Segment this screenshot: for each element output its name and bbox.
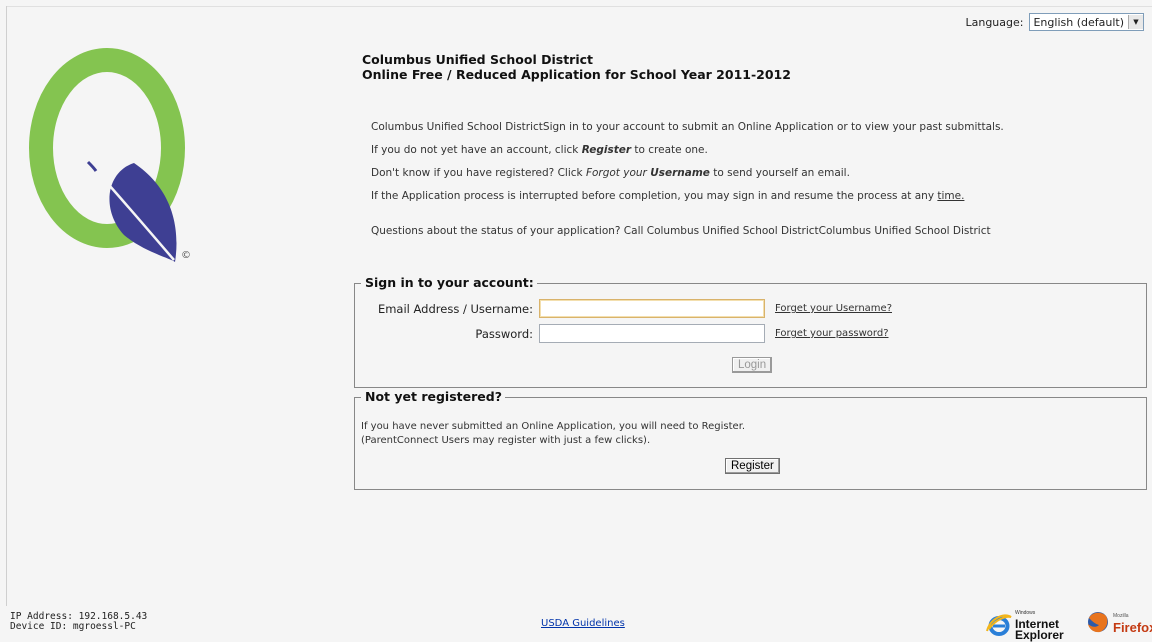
password-label: Password:: [475, 326, 533, 341]
intro-line-2: If you do not yet have an account, click…: [371, 144, 708, 156]
register-text: If you have never submitted an Online Ap…: [361, 420, 745, 448]
firefox-badge[interactable]: Mozilla Firefox: [1086, 610, 1152, 634]
register-line-2: (ParentConnect Users may register with j…: [361, 435, 651, 446]
intro-line-3: Don't know if you have registered? Click…: [371, 167, 850, 179]
device-info: IP Address: 192.168.5.43 Device ID: mgro…: [10, 612, 147, 632]
language-label: Language:: [965, 15, 1024, 29]
device-id: Device ID: mgroessl-PC: [10, 621, 136, 632]
intro-line-4: If the Application process is interrupte…: [371, 190, 965, 202]
page-title: Columbus Unified School District Online …: [362, 52, 791, 82]
email-username-input[interactable]: [539, 299, 765, 318]
intro-line-1: Columbus Unified School DistrictSign in …: [371, 121, 1004, 133]
password-row: Password: Forget your password?: [357, 324, 889, 343]
forgot-password-link[interactable]: Forget your password?: [775, 328, 889, 339]
intro-text: Columbus Unified School DistrictSign in …: [371, 120, 1004, 247]
register-line-1: If you have never submitted an Online Ap…: [361, 421, 746, 432]
internet-explorer-icon: [986, 613, 1012, 636]
register-button[interactable]: Register: [725, 458, 780, 474]
window-frame-top: [6, 6, 1152, 7]
chevron-down-icon[interactable]: ▼: [1128, 15, 1143, 29]
firefox-icon: [1088, 612, 1108, 633]
q-leaf-logo-graphic: [29, 48, 185, 262]
ff-name: Firefox: [1113, 620, 1152, 635]
usda-guidelines-link[interactable]: USDA Guidelines: [541, 618, 625, 629]
language-selector: Language: English (default) ▼: [965, 13, 1144, 31]
application-title: Online Free / Reduced Application for Sc…: [362, 67, 791, 82]
forgot-username-link[interactable]: Forget your Username?: [775, 303, 892, 314]
register-fieldset: Not yet registered? If you have never su…: [354, 389, 1147, 490]
district-name: Columbus Unified School District: [362, 52, 594, 67]
register-legend: Not yet registered?: [361, 389, 505, 404]
language-selected-value: English (default): [1033, 15, 1124, 29]
ie-name-line2: Explorer: [1015, 628, 1064, 642]
signin-legend: Sign in to your account:: [361, 275, 537, 290]
email-row: Email Address / Username: Forget your Us…: [357, 299, 892, 318]
copyright-mark: ©: [181, 250, 191, 261]
q-leaf-logo: ©: [14, 30, 214, 270]
signin-fieldset: Sign in to your account: Email Address /…: [354, 275, 1147, 388]
window-frame-left: [6, 6, 7, 606]
email-label: Email Address / Username:: [377, 301, 533, 316]
questions-line: Questions about the status of your appli…: [371, 225, 991, 237]
password-input[interactable]: [539, 324, 765, 343]
time-link[interactable]: time.: [937, 190, 964, 202]
login-button[interactable]: Login: [732, 357, 773, 373]
internet-explorer-badge[interactable]: Windows Internet Explorer: [986, 608, 1064, 641]
language-dropdown[interactable]: English (default) ▼: [1029, 13, 1144, 31]
